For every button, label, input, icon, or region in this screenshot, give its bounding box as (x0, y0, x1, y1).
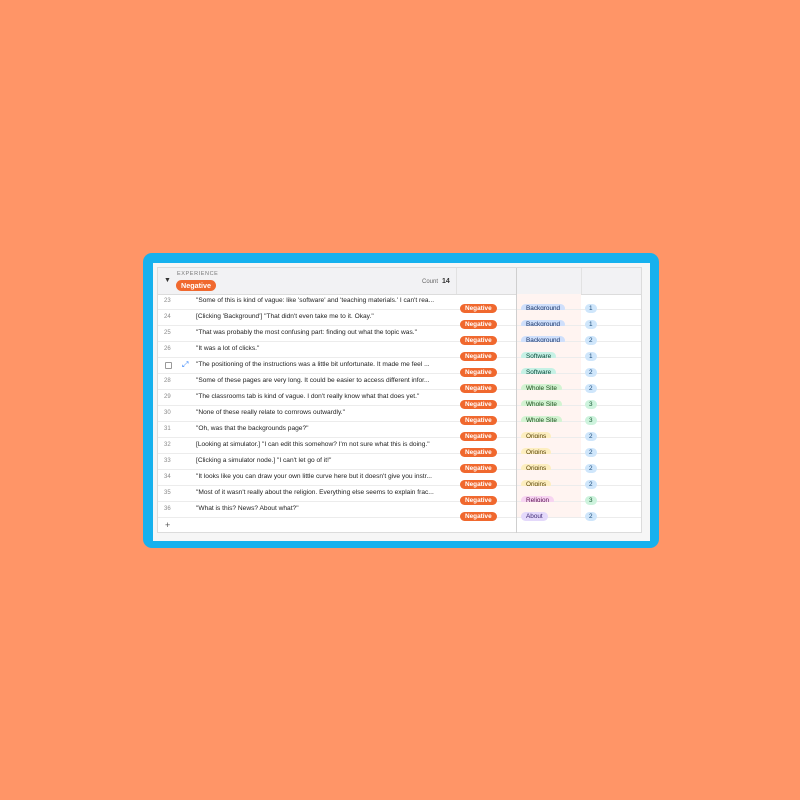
quote-cell[interactable]: "It looks like you can draw your own lit… (196, 473, 454, 480)
table-row[interactable]: 33 [Clicking a simulator node.] "I can't… (158, 454, 641, 473)
table-row[interactable]: "The positioning of the instructions was… (158, 358, 641, 377)
records-table: ▼ EXPERIENCE Negative Count 14 23 "Some … (157, 267, 642, 533)
row-number: 31 (164, 426, 171, 432)
table-row[interactable]: 35 "Most of it wasn't really about the r… (158, 486, 641, 505)
row-number: 23 (164, 298, 171, 304)
quote-cell[interactable]: "Some of these pages are very long. It c… (196, 377, 454, 384)
table-row[interactable]: 28 "Some of these pages are very long. I… (158, 374, 641, 393)
group-value-badge: Negative (176, 280, 216, 291)
row-number: 30 (164, 410, 171, 416)
quote-cell[interactable]: "The positioning of the instructions was… (196, 361, 454, 368)
table-row[interactable]: 24 [Clicking 'Background'] "That didn't … (158, 310, 641, 329)
expand-record-icon[interactable]: ⤢ (182, 360, 188, 370)
row-number: 35 (164, 490, 171, 496)
row-number: 36 (164, 506, 171, 512)
table-row[interactable]: 23 "Some of this is kind of vague: like … (158, 294, 641, 313)
quote-cell[interactable]: "The classrooms tab is kind of vague. I … (196, 393, 454, 400)
screenshot-frame: ▼ EXPERIENCE Negative Count 14 23 "Some … (143, 253, 659, 548)
row-select-checkbox[interactable] (165, 362, 172, 369)
table-row[interactable]: 26 "It was a lot of clicks." Negative So… (158, 342, 641, 361)
row-number: 28 (164, 378, 171, 384)
quote-cell[interactable]: "It was a lot of clicks." (196, 345, 454, 352)
row-number: 24 (164, 314, 171, 320)
add-record-plus-icon[interactable]: + (165, 520, 170, 530)
table-row[interactable]: 34 "It looks like you can draw your own … (158, 470, 641, 489)
quote-cell[interactable]: [Clicking 'Background'] "That didn't eve… (196, 313, 454, 320)
quote-cell[interactable]: "None of these really relate to cornrows… (196, 409, 454, 416)
quote-cell[interactable]: [Clicking a simulator node.] "I can't le… (196, 457, 454, 464)
row-number: 29 (164, 394, 171, 400)
row-number: 34 (164, 474, 171, 480)
table-row[interactable]: 30 "None of these really relate to cornr… (158, 406, 641, 425)
table-row[interactable]: 29 "The classrooms tab is kind of vague.… (158, 390, 641, 409)
quote-cell[interactable]: "What is this? News? About what?" (196, 505, 454, 512)
table-row[interactable]: 32 [Looking at simulator.] "I can edit t… (158, 438, 641, 457)
row-number: 32 (164, 442, 171, 448)
row-number: 25 (164, 330, 171, 336)
column-divider (456, 268, 457, 294)
group-count-label: Count (422, 279, 439, 285)
quote-cell[interactable]: "Oh, was that the backgrounds page?" (196, 425, 454, 432)
collapse-caret-icon[interactable]: ▼ (164, 277, 171, 284)
group-header[interactable]: ▼ EXPERIENCE Negative Count 14 (158, 268, 641, 295)
add-record-row[interactable]: + (158, 519, 641, 533)
quote-cell[interactable]: "Some of this is kind of vague: like 'so… (196, 297, 454, 304)
grid-view-panel: ▼ EXPERIENCE Negative Count 14 23 "Some … (153, 263, 650, 541)
table-row[interactable]: 31 "Oh, was that the backgrounds page?" … (158, 422, 641, 441)
group-field-name: EXPERIENCE (177, 271, 219, 277)
quote-cell[interactable]: "That was probably the most confusing pa… (196, 329, 454, 336)
row-number: 26 (164, 346, 171, 352)
row-number: 33 (164, 458, 171, 464)
group-count-value: 14 (442, 278, 450, 285)
column-divider (581, 268, 582, 294)
quote-cell[interactable]: [Looking at simulator.] "I can edit this… (196, 441, 454, 448)
table-row[interactable]: 36 "What is this? News? About what?" Neg… (158, 502, 641, 521)
quote-cell[interactable]: "Most of it wasn't really about the reli… (196, 489, 454, 496)
frozen-column-divider (516, 268, 517, 533)
table-row[interactable]: 25 "That was probably the most confusing… (158, 326, 641, 345)
